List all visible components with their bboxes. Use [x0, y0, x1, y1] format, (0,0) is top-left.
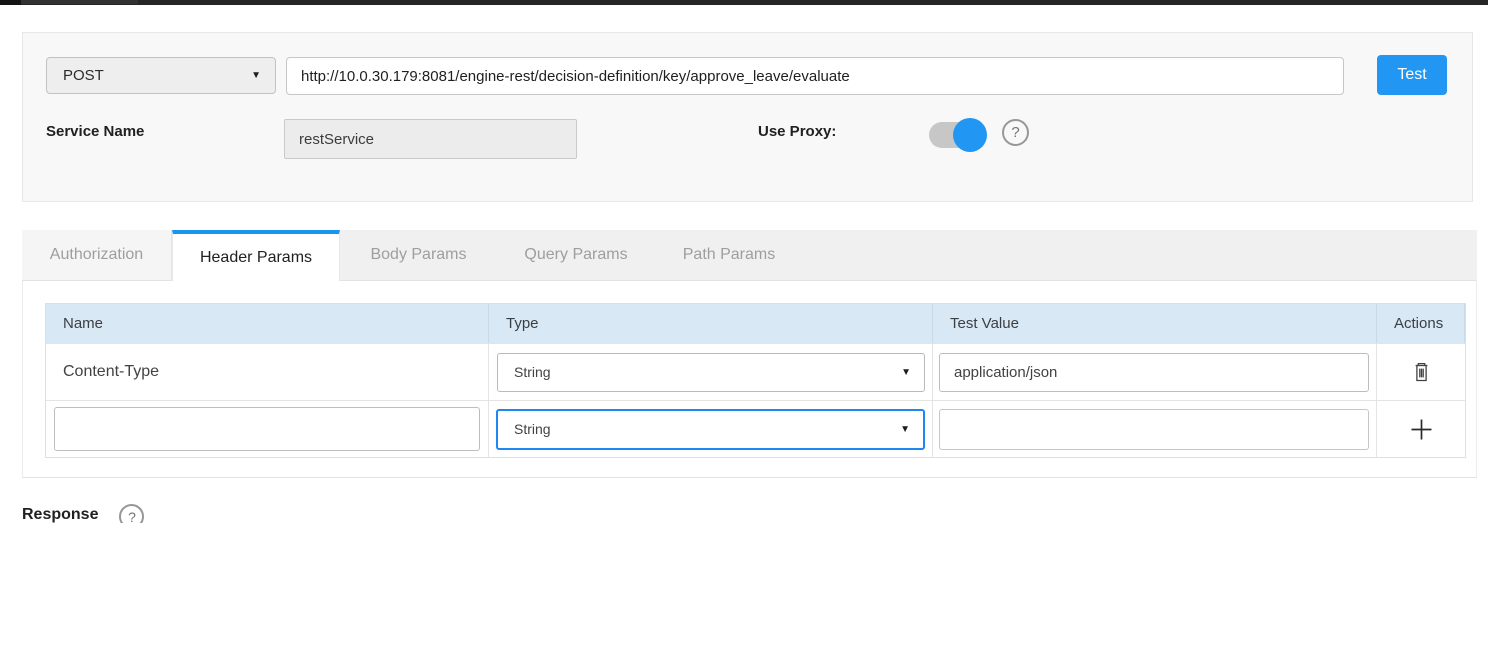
request-config-panel: POST ▼ Test Service Name Use Proxy: ?	[22, 32, 1473, 202]
response-label: Response	[22, 506, 98, 523]
chevron-down-icon: ▼	[901, 367, 911, 378]
service-name-label: Service Name	[46, 123, 144, 140]
table-row-1-type-cell: String ▼	[489, 343, 933, 400]
toggle-knob	[953, 118, 987, 152]
param-type-select[interactable]: String ▼	[497, 353, 925, 392]
new-param-test-value-input[interactable]	[939, 409, 1369, 450]
service-name-input[interactable]	[284, 119, 577, 159]
tab-query-params[interactable]: Query Params	[497, 230, 655, 280]
use-proxy-label: Use Proxy:	[758, 123, 836, 140]
header-params-panel: Name Type Test Value Actions Content-Typ…	[22, 281, 1477, 478]
tab-header-params[interactable]: Header Params	[172, 230, 340, 281]
table-row-1-test-value-cell	[933, 343, 1377, 400]
http-method-value: POST	[63, 67, 104, 84]
new-param-name-input[interactable]	[54, 407, 480, 451]
new-param-type-value: String	[514, 421, 551, 437]
table-row-1-name-cell: Content-Type	[46, 343, 489, 400]
param-type-value: String	[514, 364, 551, 380]
column-header-test-value: Test Value	[933, 304, 1377, 343]
param-test-value-input[interactable]	[939, 353, 1369, 392]
test-button[interactable]: Test	[1377, 55, 1447, 95]
top-bar-segment	[21, 0, 138, 4]
header-params-table: Name Type Test Value Actions Content-Typ…	[45, 303, 1466, 458]
table-row-2-test-value-cell	[933, 400, 1377, 457]
table-row-2-type-cell: String ▼	[489, 400, 933, 457]
table-row-1-actions-cell	[1377, 343, 1465, 400]
response-section: Response ?	[22, 500, 342, 523]
chevron-down-icon: ▼	[251, 70, 261, 81]
column-header-type: Type	[489, 304, 933, 343]
param-name-text: Content-Type	[46, 363, 159, 381]
delete-row-button[interactable]	[1407, 357, 1436, 388]
request-url-input[interactable]	[286, 57, 1344, 95]
new-param-type-select[interactable]: String ▼	[496, 409, 925, 450]
column-header-actions: Actions	[1377, 304, 1465, 343]
http-method-select[interactable]: POST ▼	[46, 57, 276, 94]
params-tab-bar: Authorization Header Params Body Params …	[22, 230, 1477, 281]
plus-icon	[1408, 416, 1435, 443]
tab-body-params[interactable]: Body Params	[340, 230, 497, 280]
tab-authorization[interactable]: Authorization	[22, 230, 172, 280]
top-bar-segment	[0, 0, 21, 5]
chevron-down-icon: ▼	[900, 424, 910, 435]
tab-path-params[interactable]: Path Params	[655, 230, 803, 280]
trash-icon	[1411, 361, 1432, 384]
add-row-button[interactable]	[1404, 412, 1439, 447]
response-help-icon[interactable]: ?	[119, 504, 144, 523]
column-header-name: Name	[46, 304, 489, 343]
use-proxy-toggle[interactable]	[929, 118, 1011, 152]
table-row-2-actions-cell	[1377, 400, 1465, 457]
proxy-help-icon[interactable]: ?	[1002, 119, 1029, 146]
top-dark-bar	[0, 0, 1488, 5]
table-row-2-name-cell	[46, 400, 489, 457]
